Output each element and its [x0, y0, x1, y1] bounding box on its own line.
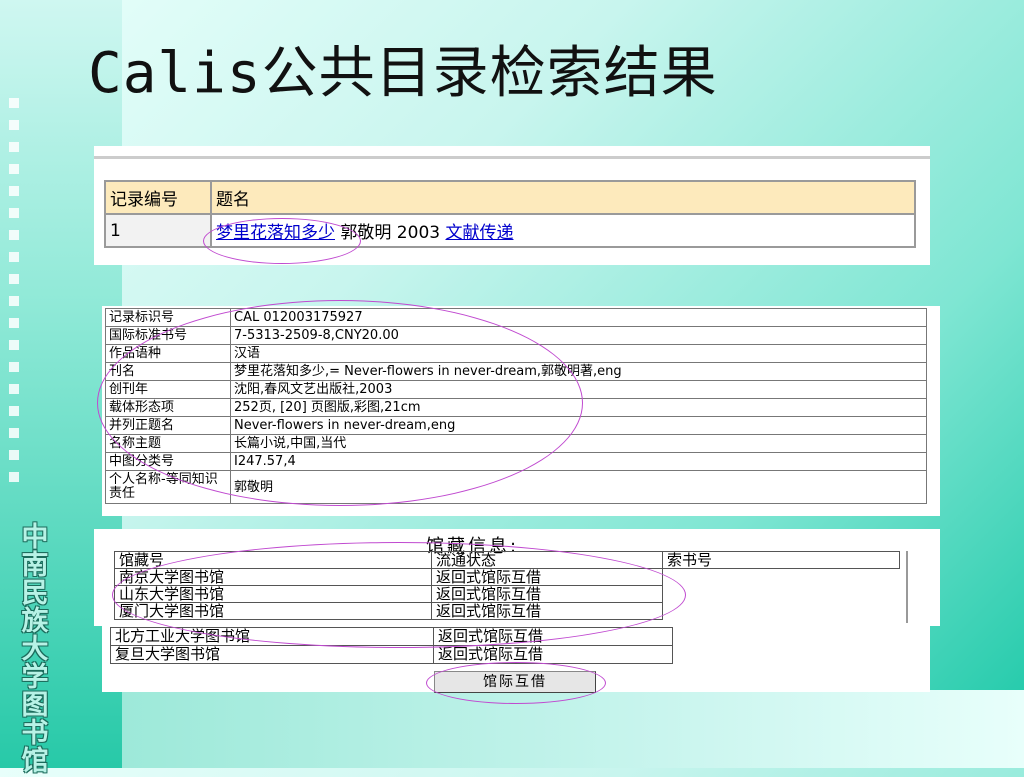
field-label: 作品语种 — [105, 344, 231, 363]
field-label: 刊名 — [105, 362, 231, 381]
status-cell: 返回式馆际互借 — [433, 645, 673, 664]
library-cell: 复旦大学图书馆 — [110, 645, 434, 664]
vertical-char: 学 — [21, 662, 49, 693]
table-row: 创刊年 沈阳,春风文艺出版社,2003 — [105, 380, 927, 399]
vertical-char: 大 — [21, 634, 49, 665]
title-link[interactable]: 梦里花落知多少 — [216, 223, 335, 243]
field-value: 252页, [20] 页图版,彩图,21cm — [230, 398, 927, 417]
table-row: 载体形态项 252页, [20] 页图版,彩图,21cm — [105, 398, 927, 417]
vertical-char: 中 — [21, 522, 49, 553]
header-holding-number: 馆藏号 — [114, 551, 432, 569]
field-value: Never-flowers in never-dream,eng — [230, 416, 927, 435]
table-row: 名称主题 长篇小说,中国,当代 — [105, 434, 927, 453]
panel-edge — [906, 551, 908, 623]
results-table: 记录编号 题名 1 梦里花落知多少 郭敬明 2003 文献传递 — [104, 180, 916, 248]
field-value: 郭敬明 — [230, 470, 927, 504]
vertical-char: 民 — [21, 578, 49, 609]
holdings-table-continued: 北方工业大学图书馆 返回式馆际互借 复旦大学图书馆 返回式馆际互借 — [110, 627, 673, 664]
header-record-number: 记录编号 — [104, 180, 212, 215]
status-cell: 返回式馆际互借 — [431, 585, 663, 603]
vertical-char: 南 — [21, 550, 49, 581]
table-row: 国际标准书号 7-5313-2509-8,CNY20.00 — [105, 326, 927, 345]
table-header-row: 记录编号 题名 — [104, 180, 916, 215]
left-dot-column — [9, 98, 33, 494]
header-title: 题名 — [210, 180, 916, 215]
field-label: 并列正题名 — [105, 416, 231, 435]
table-row: 山东大学图书馆 返回式馆际互借 — [114, 585, 900, 603]
vertical-char: 馆 — [21, 746, 49, 777]
status-cell: 返回式馆际互借 — [431, 568, 663, 586]
library-cell: 南京大学图书馆 — [114, 568, 432, 586]
field-value: 长篇小说,中国,当代 — [230, 434, 927, 453]
search-results-panel: 记录编号 题名 1 梦里花落知多少 郭敬明 2003 文献传递 — [94, 146, 930, 265]
table-row: 刊名 梦里花落知多少,= Never-flowers in never-dream… — [105, 362, 927, 381]
bottom-decor-strip — [122, 690, 1024, 768]
field-label: 记录标识号 — [105, 308, 231, 327]
vertical-char: 书 — [21, 718, 49, 749]
interlibrary-loan-button[interactable]: 馆际互借 — [434, 671, 596, 693]
vertical-char: 图 — [21, 690, 49, 721]
library-vertical-name: 中 南 民 族 大 学 图 书 馆 — [14, 524, 56, 776]
record-number-cell: 1 — [104, 213, 212, 248]
library-cell: 北方工业大学图书馆 — [110, 627, 434, 646]
slide-title: Calis公共目录检索结果 — [88, 41, 718, 106]
field-value: I247.57,4 — [230, 452, 927, 471]
status-cell: 返回式馆际互借 — [431, 602, 663, 620]
header-circulation-status: 流通状态 — [431, 551, 663, 569]
table-row: 中图分类号 I247.57,4 — [105, 452, 927, 471]
table-row: 南京大学图书馆 返回式馆际互借 — [114, 568, 900, 586]
field-value: CAL 012003175927 — [230, 308, 927, 327]
table-row: 厦门大学图书馆 返回式馆际互借 — [114, 602, 900, 620]
status-cell: 返回式馆际互借 — [433, 627, 673, 646]
field-value: 汉语 — [230, 344, 927, 363]
holdings-table: 馆藏号 流通状态 索书号 南京大学图书馆 返回式馆际互借 山东大学图书馆 返回式… — [114, 551, 900, 620]
vertical-char: 族 — [21, 606, 49, 637]
field-value: 梦里花落知多少,= Never-flowers in never-dream,郭… — [230, 362, 927, 381]
title-cell: 梦里花落知多少 郭敬明 2003 文献传递 — [210, 213, 916, 248]
field-label: 中图分类号 — [105, 452, 231, 471]
field-label: 名称主题 — [105, 434, 231, 453]
table-row: 北方工业大学图书馆 返回式馆际互借 — [110, 627, 673, 646]
divider — [94, 156, 930, 159]
library-cell: 山东大学图书馆 — [114, 585, 432, 603]
record-detail-table: 记录标识号 CAL 012003175927 国际标准书号 7-5313-2509-… — [105, 308, 927, 504]
table-row: 1 梦里花落知多少 郭敬明 2003 文献传递 — [104, 213, 916, 248]
library-cell: 厦门大学图书馆 — [114, 602, 432, 620]
field-label: 载体形态项 — [105, 398, 231, 417]
table-row: 并列正题名 Never-flowers in never-dream,eng — [105, 416, 927, 435]
record-detail-panel: 记录标识号 CAL 012003175927 国际标准书号 7-5313-2509-… — [102, 306, 940, 516]
field-label: 个人名称-等同知识责任 — [105, 470, 231, 504]
author-year-text: 郭敬明 2003 — [335, 223, 446, 243]
table-row: 作品语种 汉语 — [105, 344, 927, 363]
table-row: 复旦大学图书馆 返回式馆际互借 — [110, 645, 673, 664]
table-row: 记录标识号 CAL 012003175927 — [105, 308, 927, 327]
field-label: 创刊年 — [105, 380, 231, 399]
document-delivery-link[interactable]: 文献传递 — [445, 223, 513, 243]
field-label: 国际标准书号 — [105, 326, 231, 345]
field-value: 沈阳,春风文艺出版社,2003 — [230, 380, 927, 399]
field-value: 7-5313-2509-8,CNY20.00 — [230, 326, 927, 345]
header-call-number: 索书号 — [662, 551, 900, 569]
table-row: 个人名称-等同知识责任 郭敬明 — [105, 470, 927, 504]
table-header-row: 馆藏号 流通状态 索书号 — [114, 551, 900, 569]
